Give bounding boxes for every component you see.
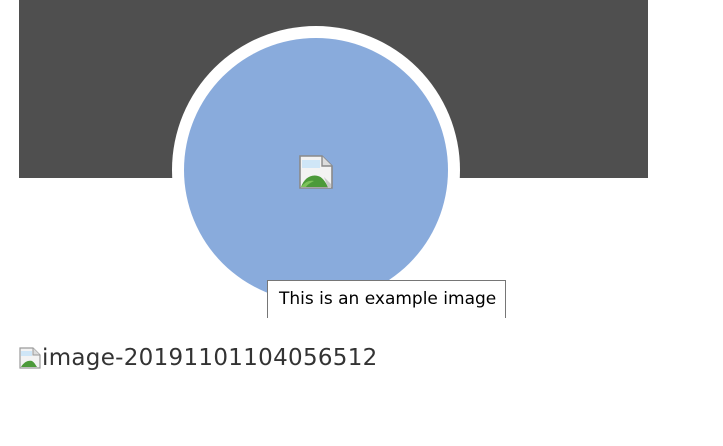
avatar-tooltip: This is an example image <box>267 280 506 318</box>
broken-image-icon <box>19 347 41 369</box>
broken-image-icon <box>299 155 333 189</box>
image-alt-text: image-20191101104056512 <box>42 345 378 371</box>
broken-content-image: image-20191101104056512 <box>19 340 378 376</box>
page: This is an example image image-201911011… <box>0 0 723 446</box>
